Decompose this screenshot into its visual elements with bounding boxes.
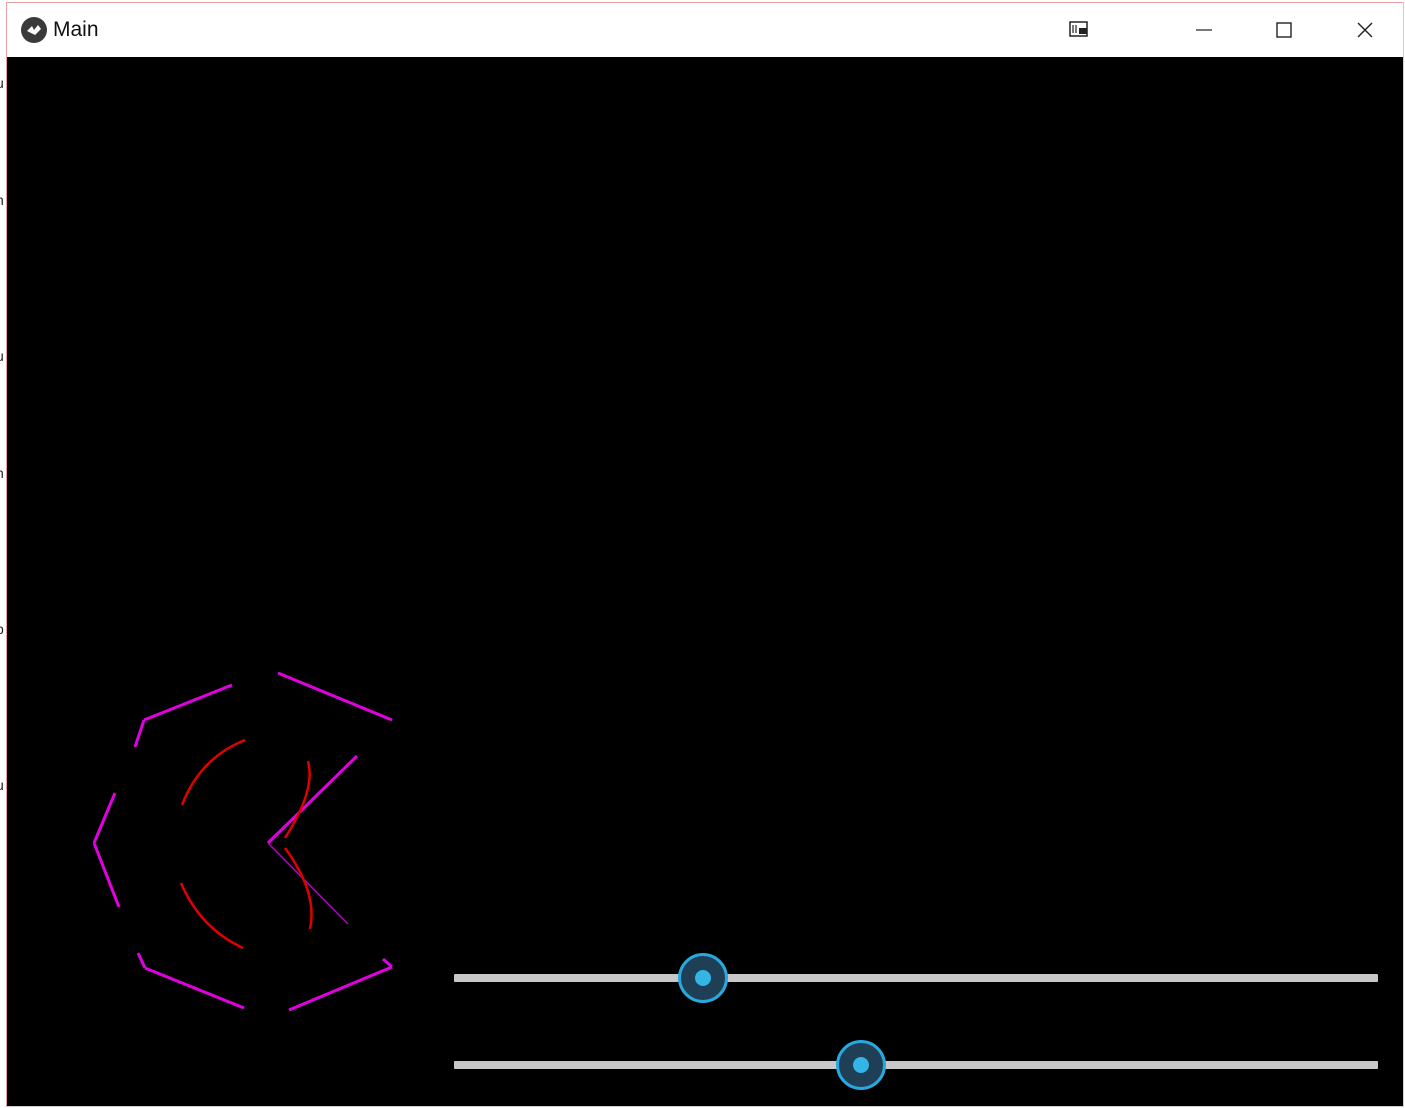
arc-upper-left [180,738,246,806]
slider-thumb[interactable] [835,1040,886,1090]
slider-track[interactable] [454,1061,1378,1069]
arc-lower-left [179,882,244,950]
polygon-segment [382,957,393,969]
polygon-segment [143,683,233,722]
polygon-segment [133,719,146,748]
slider-track[interactable] [454,974,1378,982]
slider-1[interactable] [454,953,1378,1003]
polygon-segment [144,966,245,1010]
pointer-line [266,754,359,845]
polygon-segment [136,952,147,969]
pointer-line-thin [267,842,349,925]
arc-right-lower [283,847,313,930]
shape-drawing [92,671,393,1012]
polygon-segment [288,965,393,1012]
polygon-segment [277,671,393,722]
polygon-segment [92,842,121,908]
polygon-segment [92,792,117,844]
slider-2[interactable] [454,1040,1378,1090]
slider-thumb[interactable] [678,953,729,1003]
arc-right-upper [283,760,311,839]
